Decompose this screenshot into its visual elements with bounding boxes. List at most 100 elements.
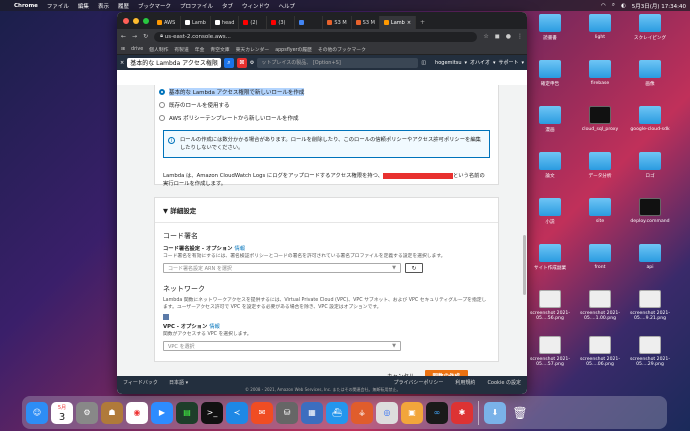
infinity-icon[interactable]: ∞ — [426, 401, 448, 424]
desktop-item[interactable]: データ分析 — [578, 152, 622, 179]
bookmark-item[interactable]: appsflyerの履歴 — [275, 46, 312, 53]
privacy-link[interactable]: プライバシーポリシー — [394, 379, 444, 386]
tab[interactable]: (2) — [239, 16, 268, 29]
zoom-icon[interactable]: ▶ — [151, 401, 173, 424]
code-signing-select[interactable]: コード署名設定 ARN を選択 ▼ — [163, 263, 401, 273]
desktop-item[interactable]: screenshot 2021-05....06.png — [578, 336, 622, 367]
close-window-icon[interactable] — [123, 18, 129, 24]
star-icon[interactable]: ☆ — [483, 33, 488, 40]
info-link[interactable]: 情報 — [234, 246, 245, 252]
region-menu[interactable]: オハイオ — [470, 59, 490, 66]
bookmark-item[interactable]: drive — [131, 47, 143, 52]
radio[interactable] — [159, 115, 165, 121]
search-button-icon[interactable]: ⌕ — [223, 57, 234, 68]
preview-icon[interactable]: ▣ — [401, 401, 423, 424]
back-icon[interactable]: ← — [121, 33, 126, 40]
desktop-item[interactable]: site — [578, 198, 622, 224]
menu-kebab-icon[interactable]: ⋮ — [517, 33, 523, 40]
bookmark-item[interactable]: 青空文庫 — [210, 46, 229, 53]
desktop-item[interactable]: 読書書 — [528, 14, 572, 41]
close-tab-icon[interactable]: × — [407, 20, 411, 26]
simulator-icon[interactable]: ◎ — [376, 401, 398, 424]
contacts-icon[interactable]: ☗ — [101, 401, 123, 424]
advanced-settings-header[interactable]: ▼ 詳細設定 — [155, 198, 498, 223]
settings-icon[interactable]: ⚙ — [250, 60, 254, 66]
desktop-item[interactable]: 画像 — [628, 60, 672, 87]
language-select[interactable]: 日本語 ▾ — [169, 379, 188, 386]
zoom-window-icon[interactable] — [143, 18, 149, 24]
refresh-button[interactable]: ↻ — [405, 263, 423, 273]
postman-icon[interactable]: ✉ — [251, 401, 273, 424]
menu-history[interactable]: 履歴 — [118, 2, 129, 10]
find-input[interactable]: 基本的な Lambda アクセス権限 — [127, 57, 221, 68]
menu-edit[interactable]: 編集 — [78, 2, 89, 10]
desktop-item[interactable]: google-cloud-sdk — [628, 106, 672, 132]
notification-icon[interactable]: ◫ — [421, 60, 426, 66]
desktop-item[interactable]: firebase — [578, 60, 622, 86]
desktop-item[interactable]: screenshot 2021-05....29.png — [628, 336, 672, 367]
cookie-link[interactable]: Cookie の設定 — [487, 379, 521, 386]
support-menu[interactable]: サポート — [498, 59, 518, 66]
control-center-icon[interactable]: ◐ — [621, 3, 626, 9]
tableplus-icon[interactable]: ▦ — [301, 401, 323, 424]
downloads-icon[interactable]: ⬇ — [484, 401, 506, 424]
vscode-icon[interactable]: ≺ — [226, 401, 248, 424]
tab[interactable]: head — [211, 16, 240, 29]
apps-icon[interactable]: ⊞ — [121, 47, 125, 52]
address-bar[interactable]: 🔒︎ us-east-2.console.aws... — [154, 31, 478, 42]
desktop-item[interactable]: 確定申告 — [528, 60, 572, 87]
tab[interactable]: Lamb — [181, 16, 211, 29]
cart-icon[interactable]: ⊠ — [236, 57, 247, 68]
bookmark-item[interactable]: 個人制作 — [149, 46, 168, 53]
menu-app[interactable]: Chrome — [14, 3, 38, 9]
extensions-icon[interactable]: ◼ — [495, 33, 500, 40]
role-option-existing[interactable]: 既存のロールを使用する — [159, 101, 498, 109]
menu-view[interactable]: 表示 — [98, 2, 109, 10]
clock-app-icon[interactable]: ✱ — [451, 401, 473, 424]
tab[interactable]: (3) — [267, 16, 296, 29]
reload-icon[interactable]: ↻ — [143, 33, 148, 40]
desktop-item[interactable]: 小説 — [528, 198, 572, 225]
calendar-icon[interactable]: 5月 3 — [51, 401, 73, 424]
bookmark-other[interactable]: その他のブックマーク — [318, 46, 366, 53]
role-option-template[interactable]: AWS ポリシーテンプレートから新しいロールを作成 — [159, 114, 498, 122]
desktop-item[interactable]: 漫画 — [528, 106, 572, 133]
desktop-item[interactable]: deploy.command — [628, 198, 672, 224]
desktop-item[interactable]: light — [578, 14, 622, 40]
desktop-item[interactable]: cloud_sql_proxy — [578, 106, 622, 132]
tab[interactable]: AWS — [153, 16, 181, 29]
bookmark-item[interactable]: 東天カレンダー — [236, 46, 270, 53]
finder-icon[interactable]: ☺ — [26, 401, 48, 424]
tab[interactable] — [295, 16, 324, 29]
menu-profile[interactable]: プロファイル — [180, 2, 213, 10]
wifi-icon[interactable]: ◠ — [601, 3, 606, 9]
role-option-basic[interactable]: 基本的な Lambda アクセス権限で新しいロールを作成 — [159, 88, 498, 96]
radio-selected[interactable] — [159, 89, 165, 95]
desktop-item[interactable]: スクレイピング — [628, 14, 672, 41]
new-tab-icon[interactable]: + — [416, 19, 429, 29]
desktop-item[interactable]: screenshot 2021-05....57.png — [528, 336, 572, 367]
user-menu[interactable]: hogemitsu — [435, 60, 461, 66]
scrollbar[interactable] — [523, 235, 526, 295]
trash-icon[interactable]: 🗑︎ — [509, 402, 531, 424]
forward-icon[interactable]: → — [132, 33, 137, 40]
docker-icon[interactable]: ⛴ — [326, 401, 348, 424]
activity-monitor-icon[interactable]: ▤ — [176, 401, 198, 424]
desktop-item[interactable]: ロゴ — [628, 152, 672, 179]
menu-bookmarks[interactable]: ブックマーク — [138, 2, 171, 10]
desktop-item[interactable]: api — [628, 244, 672, 270]
feedback-link[interactable]: フィードバック — [123, 379, 158, 386]
radio[interactable] — [159, 102, 165, 108]
vpc-info-link[interactable]: 情報 — [209, 324, 220, 330]
desktop-item[interactable]: screenshot 2021-05....9.21.png — [628, 290, 672, 321]
desktop-item[interactable]: screenshot 2021-05....1.00.png — [578, 290, 622, 321]
sourcetree-icon[interactable]: ⚶ — [351, 401, 373, 424]
desktop-item[interactable]: 論文 — [528, 152, 572, 179]
marketplace-search-input[interactable]: ットプレイスの製品、 [Option+S] — [257, 57, 419, 68]
desktop-item[interactable]: サイト作成副業 — [528, 244, 572, 271]
tab[interactable]: S3 M — [352, 16, 380, 29]
sequel-ace-icon[interactable]: ⛁ — [276, 401, 298, 424]
close-find-icon[interactable]: × — [120, 60, 124, 66]
terms-link[interactable]: 利用規約 — [455, 379, 475, 386]
menu-tab[interactable]: タブ — [222, 2, 233, 10]
